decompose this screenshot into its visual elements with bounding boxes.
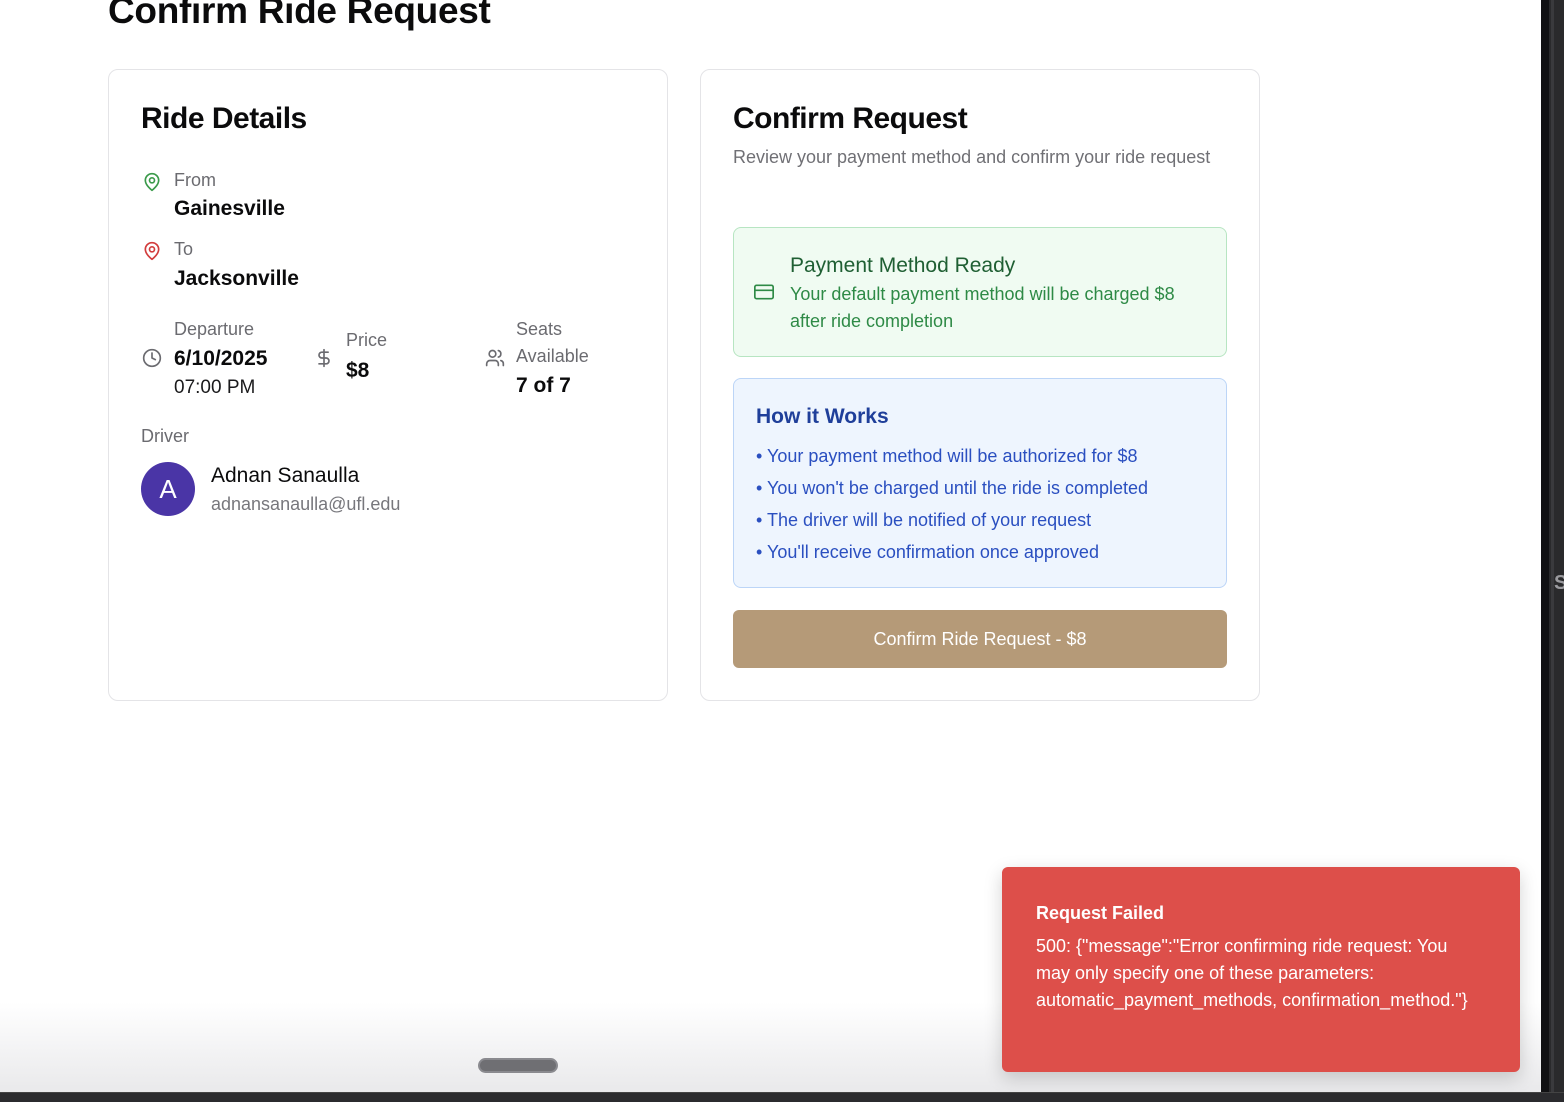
adjacent-window-letter: S bbox=[1554, 572, 1564, 594]
how-it-works-item: • You won't be charged until the ride is… bbox=[756, 478, 1148, 498]
error-toast[interactable]: Request Failed 500: {"message":"Error co… bbox=[1002, 867, 1520, 1072]
to-value: Jacksonville bbox=[174, 267, 299, 290]
payment-method-title: Payment Method Ready bbox=[790, 254, 1016, 277]
clock-icon bbox=[142, 348, 162, 368]
driver-avatar: A bbox=[141, 462, 195, 516]
seats-value: 7 of 7 bbox=[516, 374, 571, 397]
confirm-request-card: Confirm Request Review your payment meth… bbox=[700, 69, 1260, 701]
dollar-icon bbox=[318, 348, 330, 368]
adjacent-window-strip: S bbox=[1541, 0, 1564, 1102]
how-it-works-item: • Your payment method will be authorized… bbox=[756, 446, 1138, 466]
how-it-works-list: • Your payment method will be authorized… bbox=[756, 445, 1148, 573]
credit-card-icon bbox=[754, 284, 774, 300]
how-it-works-box: How it Works • Your payment method will … bbox=[733, 378, 1227, 588]
departure-time: 07:00 PM bbox=[174, 377, 256, 398]
toast-title: Request Failed bbox=[1036, 903, 1165, 923]
to-pin-icon bbox=[144, 241, 160, 261]
from-pin-icon bbox=[144, 172, 160, 192]
scroll-handle[interactable] bbox=[478, 1058, 558, 1073]
confirm-request-title: Confirm Request bbox=[733, 102, 968, 135]
app-viewport: Confirm Ride Request Ride Details From G… bbox=[0, 0, 1541, 1092]
driver-name: Adnan Sanaulla bbox=[211, 464, 360, 487]
from-value: Gainesville bbox=[174, 197, 285, 220]
confirm-request-subtitle: Review your payment method and confirm y… bbox=[733, 147, 1211, 167]
window-edge bbox=[1541, 0, 1549, 1102]
confirm-ride-request-button[interactable]: Confirm Ride Request - $8 bbox=[733, 610, 1227, 668]
seats-label-line2: Available bbox=[516, 346, 589, 366]
driver-email: adnansanaulla@ufl.edu bbox=[211, 494, 401, 514]
how-it-works-item: • You'll receive confirmation once appro… bbox=[756, 542, 1099, 562]
departure-date: 6/10/2025 bbox=[174, 347, 268, 370]
driver-label: Driver bbox=[141, 426, 189, 446]
toast-message: 500: {"message":"Error confirming ride r… bbox=[1036, 936, 1468, 1010]
from-label: From bbox=[174, 170, 216, 190]
to-label: To bbox=[174, 239, 194, 259]
price-label: Price bbox=[346, 330, 388, 350]
bottom-window-edge bbox=[0, 1092, 1564, 1102]
seats-label-line1: Seats bbox=[516, 319, 563, 339]
window-edge-highlight bbox=[1551, 0, 1554, 1102]
how-it-works-item: • The driver will be notified of your re… bbox=[756, 510, 1092, 530]
payment-method-description: Your default payment method will be char… bbox=[790, 284, 1175, 331]
departure-label: Departure bbox=[174, 319, 255, 339]
payment-method-box: Payment Method Ready Your default paymen… bbox=[733, 227, 1227, 357]
how-it-works-title: How it Works bbox=[756, 405, 889, 428]
users-icon bbox=[485, 349, 505, 367]
page-title: Confirm Ride Request bbox=[108, 0, 491, 31]
price-value: $8 bbox=[346, 359, 370, 382]
ride-details-title: Ride Details bbox=[141, 102, 307, 135]
ride-details-card: Ride Details From Gainesville To Jackson… bbox=[108, 69, 668, 701]
